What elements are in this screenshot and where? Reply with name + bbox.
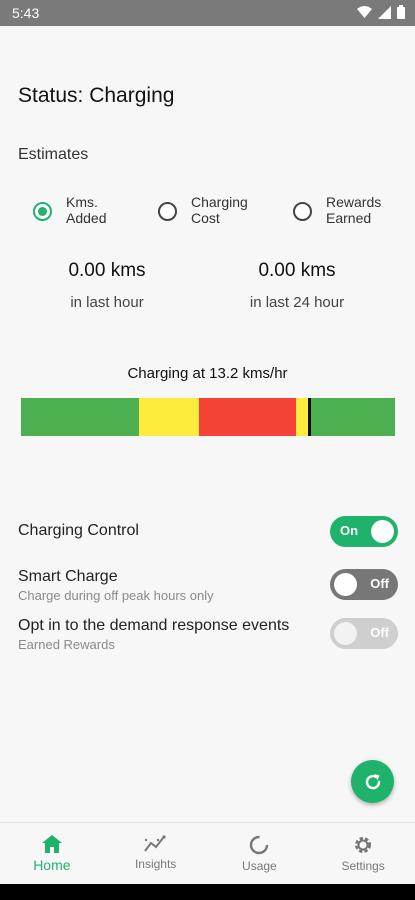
gear-icon: [355, 837, 372, 853]
radio-label: Charging Cost: [191, 194, 255, 226]
estimates-label: Estimates: [18, 146, 89, 163]
refresh-button[interactable]: [351, 760, 394, 803]
radio-unselected-icon: [293, 202, 312, 221]
rate-marker: [308, 398, 311, 436]
charging-control-toggle[interactable]: On: [330, 516, 398, 547]
battery-icon: [397, 5, 405, 19]
metric-value: 0.00 kms: [68, 260, 146, 281]
bottom-nav: Home Insights Usage Settings: [0, 822, 415, 884]
radio-selected-icon: [33, 202, 52, 221]
nav-usage[interactable]: Usage: [208, 823, 312, 884]
radio-label: Kms. Added: [66, 194, 130, 226]
smart-charge-toggle[interactable]: Off: [330, 569, 398, 600]
nav-label: Settings: [341, 859, 385, 873]
radio-label-line2: Cost: [191, 210, 220, 226]
radio-label: Rewards Earned: [326, 194, 390, 226]
signal-icon: [378, 5, 391, 19]
metric-value: 0.00 kms: [258, 260, 336, 281]
page-title: Status: Charging: [18, 84, 175, 107]
nav-label: Usage: [242, 859, 277, 873]
usage-icon: [250, 835, 269, 855]
radio-label-line1: Rewards: [326, 194, 382, 210]
metric-last-24-hour: 0.00 kms in last 24 hour: [212, 260, 382, 311]
toggle-knob: [371, 520, 394, 543]
insights-icon: [143, 835, 166, 852]
rate-bar-segment: [138, 398, 199, 436]
nav-insights[interactable]: Insights: [104, 823, 208, 884]
metric-last-hour: 0.00 kms in last hour: [22, 260, 192, 311]
home-icon: [41, 835, 62, 853]
status-icons: [357, 5, 405, 19]
nav-home[interactable]: Home: [0, 823, 104, 884]
rate-bar-segment: [21, 398, 139, 436]
nav-settings[interactable]: Settings: [311, 823, 415, 884]
radio-label-line1: Kms.: [66, 194, 98, 210]
radio-kms-added[interactable]: Kms. Added: [33, 194, 130, 226]
radio-label-line2: Earned: [326, 210, 372, 226]
toggle-text: Off: [370, 625, 389, 640]
metric-label: in last hour: [70, 294, 144, 311]
radio-label-line2: Added: [66, 210, 107, 226]
charging-rate-bar: [21, 398, 395, 436]
toggle-knob: [334, 622, 357, 645]
rate-bar-segment: [198, 398, 296, 436]
radio-charging-cost[interactable]: Charging Cost: [158, 194, 255, 226]
nav-label: Insights: [134, 857, 177, 871]
radio-rewards-earned[interactable]: Rewards Earned: [293, 194, 390, 226]
rate-bar-segment: [310, 398, 395, 436]
refresh-icon: [365, 773, 380, 789]
wifi-icon: [357, 6, 372, 18]
charging-rate-title: Charging at 13.2 kms/hr: [127, 365, 288, 382]
demand-response-toggle[interactable]: Off: [330, 618, 398, 649]
radio-label-line1: Charging: [191, 194, 248, 210]
system-nav-bar: [0, 884, 415, 900]
status-bar: 5:43: [0, 0, 415, 26]
toggle-text: On: [340, 523, 359, 538]
toggle-knob: [334, 573, 357, 596]
radio-unselected-icon: [158, 202, 177, 221]
nav-label: Home: [33, 857, 71, 873]
status-time: 5:43: [12, 5, 40, 21]
toggle-text: Off: [370, 576, 389, 591]
metric-label: in last 24 hour: [249, 294, 345, 311]
